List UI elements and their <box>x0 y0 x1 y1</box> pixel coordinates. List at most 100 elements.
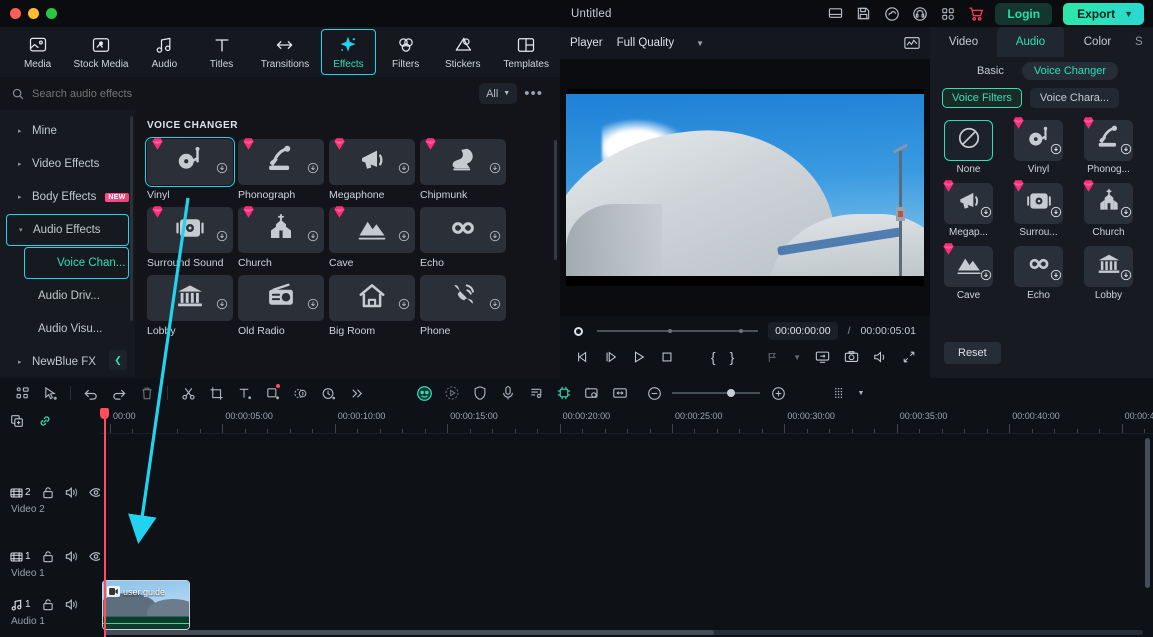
close-window-button[interactable] <box>10 8 21 19</box>
effects-scrollbar[interactable] <box>554 140 557 260</box>
sidebar-item-audio-visu[interactable]: Audio Visu... <box>6 313 129 345</box>
nav-item-stickers[interactable]: Stickers <box>435 29 490 75</box>
download-icon[interactable] <box>398 161 410 179</box>
download-icon[interactable] <box>489 229 501 247</box>
effect-card-vinyl[interactable]: Vinyl <box>144 136 238 201</box>
color-match-icon[interactable] <box>286 380 314 406</box>
voice-filter-cave[interactable]: Cave <box>943 243 1004 301</box>
minimize-window-button[interactable] <box>28 8 39 19</box>
download-icon[interactable] <box>216 161 228 179</box>
zoom-slider[interactable] <box>672 389 760 397</box>
pill-voice-filters[interactable]: Voice Filters <box>942 88 1022 108</box>
voice-filter-none[interactable]: None <box>944 120 1004 175</box>
effect-card-phonograph[interactable]: Phonograph <box>238 138 329 201</box>
sidebar-scrollbar[interactable] <box>130 116 133 321</box>
nav-item-stock-media[interactable]: Stock Media <box>67 29 135 75</box>
playhead[interactable] <box>101 408 108 637</box>
effect-card-cave[interactable]: Cave <box>329 206 420 269</box>
download-icon[interactable] <box>216 229 228 247</box>
apps-grid-icon[interactable] <box>939 5 956 22</box>
chevrons-right-icon[interactable] <box>342 380 370 406</box>
waveform-chart-icon[interactable] <box>904 36 920 50</box>
nav-item-templates[interactable]: Templates <box>492 29 560 75</box>
search-input[interactable] <box>32 87 272 100</box>
ai-chip-icon[interactable] <box>550 380 578 406</box>
next-frame-button[interactable] <box>604 350 618 364</box>
voice-filter-lobby[interactable]: Lobby <box>1084 246 1144 301</box>
prev-frame-button[interactable] <box>576 350 590 364</box>
download-icon[interactable] <box>1050 268 1062 286</box>
crop-icon[interactable] <box>202 380 230 406</box>
effect-card-echo[interactable]: Echo <box>420 207 511 269</box>
zoom-out-icon[interactable] <box>640 380 668 406</box>
effect-card-phone[interactable]: Phone <box>420 275 511 337</box>
voice-filter-church[interactable]: Church <box>1083 180 1144 238</box>
zoom-slider-handle[interactable] <box>727 389 735 397</box>
mark-in-button[interactable]: { <box>711 349 716 365</box>
voice-filter-echo[interactable]: Echo <box>1014 246 1074 301</box>
sidebar-item-voice-chan[interactable]: Voice Chan... <box>24 247 129 279</box>
lock-icon[interactable] <box>42 486 54 499</box>
effect-card-surround-sound[interactable]: Surround Sound <box>147 206 238 269</box>
mark-out-button[interactable]: } <box>730 349 735 365</box>
sidebar-item-audio-driv[interactable]: Audio Driv... <box>6 280 129 312</box>
audio-list-icon[interactable] <box>522 380 550 406</box>
download-icon[interactable] <box>980 205 992 223</box>
download-icon[interactable] <box>489 297 501 315</box>
maximize-window-button[interactable] <box>46 8 57 19</box>
shield-icon[interactable] <box>466 380 494 406</box>
download-icon[interactable] <box>307 229 319 247</box>
scrollbar-thumb[interactable] <box>104 630 714 635</box>
cursor-icon[interactable] <box>36 380 64 406</box>
pill-voice-chara[interactable]: Voice Chara... <box>1029 88 1120 108</box>
nav-item-filters[interactable]: Filters <box>378 29 433 75</box>
tab-color[interactable]: Color <box>1064 27 1131 57</box>
speaker-icon[interactable] <box>873 350 888 364</box>
chevron-down-icon[interactable]: ▼ <box>854 380 868 406</box>
playhead-knob[interactable] <box>574 326 583 336</box>
sidebar-item-video-effects[interactable]: ▸ Video Effects <box>6 148 129 180</box>
scrub-track[interactable] <box>597 329 759 333</box>
voice-filter-phonog[interactable]: Phonog... <box>1083 117 1144 175</box>
timeline-horizontal-scrollbar[interactable] <box>104 630 1143 635</box>
effect-card-lobby[interactable]: Lobby <box>147 275 238 337</box>
zoom-in-icon[interactable] <box>764 380 792 406</box>
reframe-icon[interactable] <box>438 380 466 406</box>
tab-audio[interactable]: Audio <box>997 27 1064 57</box>
search-box[interactable] <box>0 87 479 100</box>
scissors-icon[interactable] <box>174 380 202 406</box>
sidebar-item-body-effects[interactable]: ▸ Body Effects NEW <box>6 181 129 213</box>
stop-button[interactable] <box>660 350 674 364</box>
mic-icon[interactable] <box>494 380 522 406</box>
effect-card-old-radio[interactable]: Old Radio <box>238 275 329 337</box>
mute-icon[interactable] <box>65 550 78 563</box>
video-preview[interactable] <box>566 89 924 286</box>
download-icon[interactable] <box>307 161 319 179</box>
camera-icon[interactable] <box>844 350 859 364</box>
download-icon[interactable] <box>307 297 319 315</box>
nav-item-media[interactable]: Media <box>10 29 65 75</box>
timeline-vertical-scrollbar[interactable] <box>1145 438 1150 588</box>
flag-marker-icon[interactable] <box>766 351 779 364</box>
download-icon[interactable] <box>1050 205 1062 223</box>
grid-icon[interactable] <box>8 380 36 406</box>
track-lane-video-2[interactable] <box>100 460 1153 518</box>
ai-face-icon[interactable] <box>410 380 438 406</box>
green-screen-icon[interactable] <box>578 380 606 406</box>
subtab-voice-changer[interactable]: Voice Changer <box>1021 61 1119 80</box>
download-icon[interactable] <box>980 268 992 286</box>
nav-item-titles[interactable]: Titles <box>194 29 249 75</box>
tab-s[interactable]: S <box>1131 27 1153 57</box>
link-icon[interactable] <box>38 414 52 428</box>
chevron-down-icon[interactable]: ▼ <box>793 353 801 362</box>
lock-icon[interactable] <box>42 598 54 611</box>
reset-button[interactable]: Reset <box>944 342 1001 364</box>
nav-item-audio[interactable]: Audio <box>137 29 192 75</box>
timeline-ruler[interactable]: 00:00 00:00:05:00 00:00:10:00 00:00:15:00 00… <box>100 408 1153 434</box>
track-lane-audio-1[interactable] <box>100 572 1153 610</box>
download-icon[interactable] <box>398 229 410 247</box>
fullscreen-icon[interactable] <box>902 350 916 364</box>
speed-clock-icon[interactable] <box>314 380 342 406</box>
mute-icon[interactable] <box>65 598 78 611</box>
current-timecode[interactable]: 00:00:00:00 <box>768 322 838 340</box>
